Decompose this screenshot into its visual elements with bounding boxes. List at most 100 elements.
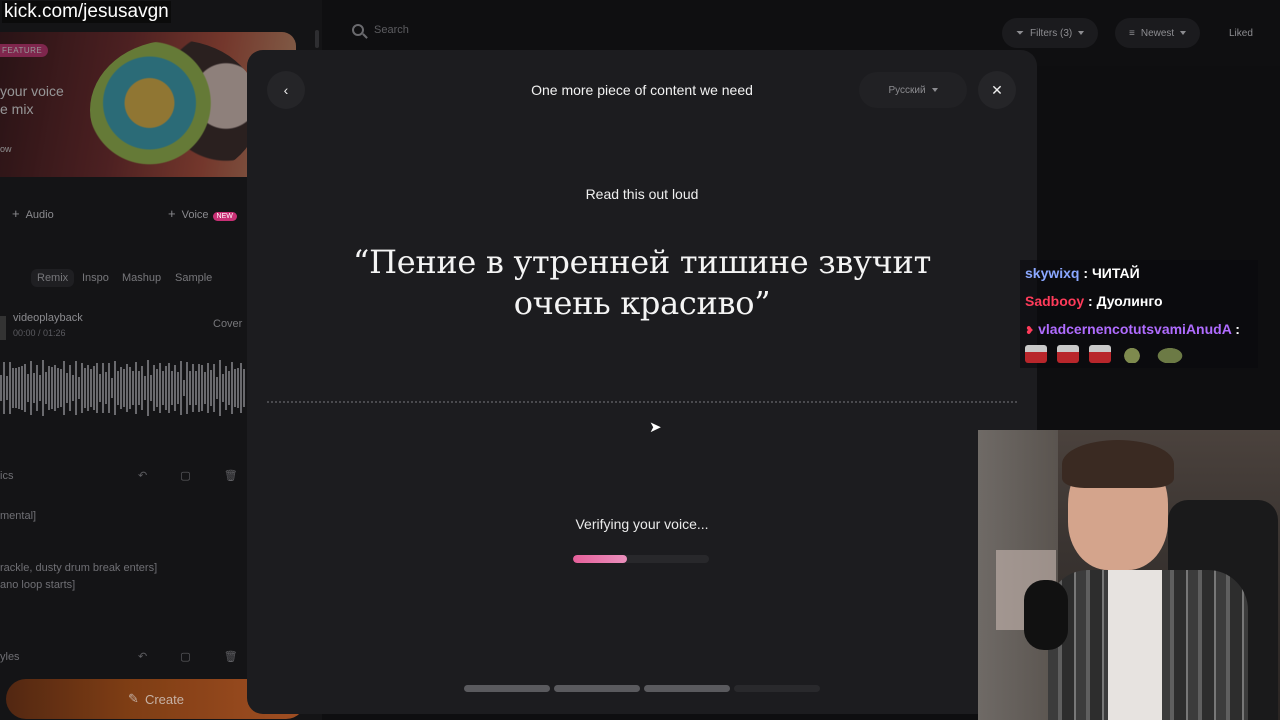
add-audio-button[interactable]: + Audio: [12, 206, 54, 221]
waveform-bar: [78, 376, 80, 400]
waveform-bar: [150, 375, 152, 401]
step-segment: [734, 685, 820, 692]
copy-icon[interactable]: ▢: [180, 470, 190, 482]
cover-button[interactable]: Cover: [213, 318, 242, 330]
waveform-bar: [225, 366, 227, 410]
emote-icon: [1088, 345, 1111, 363]
microphone-icon: [1024, 580, 1068, 650]
chip-remix[interactable]: Remix: [31, 269, 75, 287]
chat-emotes: [1025, 345, 1193, 366]
waveform-bar: [162, 370, 164, 406]
chat-message: ❥ vladcernencotutsvamiAnudA :: [1025, 321, 1240, 337]
waveform-bar: [207, 363, 209, 413]
waveform-bar: [33, 373, 35, 403]
waveform-bar: [48, 366, 50, 410]
waveform-bar: [57, 368, 59, 408]
waveform-bar: [168, 362, 170, 414]
waveform-bar: [123, 368, 125, 408]
create-label: Create: [144, 691, 184, 707]
trash-icon[interactable]: 🗑: [224, 651, 238, 663]
chevron-down-icon: [1180, 31, 1187, 35]
waveform-bar: [69, 364, 71, 412]
lyric-line: rackle, dusty drum break enters]: [0, 562, 158, 574]
copy-icon[interactable]: ▢: [180, 651, 190, 663]
language-label: Русский: [888, 84, 926, 96]
filter-icon: ⏷: [1016, 27, 1024, 39]
track-time: 00:00 / 01:26: [13, 328, 66, 338]
chip-sample[interactable]: Sample: [169, 269, 218, 287]
waveform-bar: [186, 361, 188, 415]
waveform-bar: [54, 364, 56, 412]
feature-title-line1: your voice: [0, 83, 64, 99]
chevron-down-icon: [931, 88, 938, 92]
add-voice-label: Voice: [181, 209, 209, 221]
undo-icon[interactable]: ↶: [138, 470, 147, 482]
waveform-bar: [90, 369, 92, 407]
waveform-bar: [222, 374, 224, 402]
waveform-bar: [153, 364, 155, 412]
waveform-bar: [0, 375, 2, 401]
waveform-bar: [135, 361, 137, 415]
styles-actions: ↶ ▢ 🗑: [138, 650, 238, 663]
waveform-bar: [30, 361, 32, 415]
add-voice-button[interactable]: + Voice NEW: [168, 206, 237, 221]
lyrics-header: ics: [0, 470, 14, 482]
feature-cta[interactable]: ow: [0, 144, 12, 154]
waveform-bar: [231, 362, 233, 414]
waveform[interactable]: [0, 358, 246, 418]
chat-username: skywixq: [1025, 265, 1080, 281]
search-bar[interactable]: Search: [352, 24, 409, 36]
liked-tab[interactable]: Liked: [1229, 28, 1253, 39]
instruction-text: Read this out loud: [585, 186, 699, 202]
step-segment: [644, 685, 730, 692]
lyrics-actions: ↶ ▢ 🗑: [138, 469, 238, 482]
scrollbar[interactable]: [315, 30, 319, 48]
waveform-bar: [66, 373, 68, 403]
chat-text: Дуолинго: [1096, 293, 1163, 309]
sparkle-icon: ✎: [128, 691, 139, 706]
emote-icon: [1120, 345, 1143, 363]
chip-mashup[interactable]: Mashup: [116, 269, 167, 287]
filters-label: Filters (3): [1030, 27, 1073, 39]
lyric-line: mental]: [0, 510, 37, 522]
track-name: videoplayback: [13, 312, 83, 324]
sort-button[interactable]: ≡ Newest: [1115, 18, 1201, 48]
chat-message: skywixq : ЧИТАЙ: [1025, 265, 1140, 281]
feature-artwork: [90, 40, 260, 177]
waveform-bar: [219, 360, 221, 416]
waveform-bar: [195, 371, 197, 405]
waveform-bar: [27, 373, 29, 403]
waveform-bar: [39, 375, 41, 401]
close-icon: ✕: [991, 81, 1003, 98]
webcam-feed: [978, 430, 1280, 720]
waveform-bar: [147, 360, 149, 416]
waveform-bar: [216, 376, 218, 400]
waveform-bar: [204, 371, 206, 405]
styles-header: yles: [0, 651, 20, 663]
waveform-bar: [240, 363, 242, 413]
chip-inspo[interactable]: Inspo: [76, 269, 115, 287]
mouse-cursor-icon: ➤: [649, 419, 662, 436]
language-select[interactable]: Русский: [859, 72, 967, 108]
waveform-bar: [180, 361, 182, 415]
waveform-bar: [138, 370, 140, 406]
waveform-bar: [24, 364, 26, 412]
waveform-bar: [210, 369, 212, 407]
chat-username: vladcernencotutsvamiAnudA: [1038, 321, 1232, 337]
sort-icon: ≡: [1129, 27, 1135, 39]
verification-status: Verifying your voice...: [575, 516, 709, 532]
chevron-down-icon: [1078, 31, 1085, 35]
feature-badge: FEATURE: [0, 44, 49, 57]
waveform-bar: [21, 365, 23, 411]
step-indicator: [464, 685, 820, 692]
waveform-bar: [144, 375, 146, 401]
waveform-bar: [129, 366, 131, 410]
trash-icon[interactable]: 🗑: [224, 470, 238, 482]
undo-icon[interactable]: ↶: [138, 651, 147, 663]
waveform-bar: [93, 365, 95, 411]
waveform-bar: [171, 370, 173, 406]
waveform-bar: [126, 363, 128, 413]
filters-button[interactable]: ⏷ Filters (3): [1002, 18, 1099, 48]
feature-title: your voice e mix: [0, 82, 64, 118]
close-button[interactable]: ✕: [978, 71, 1016, 109]
